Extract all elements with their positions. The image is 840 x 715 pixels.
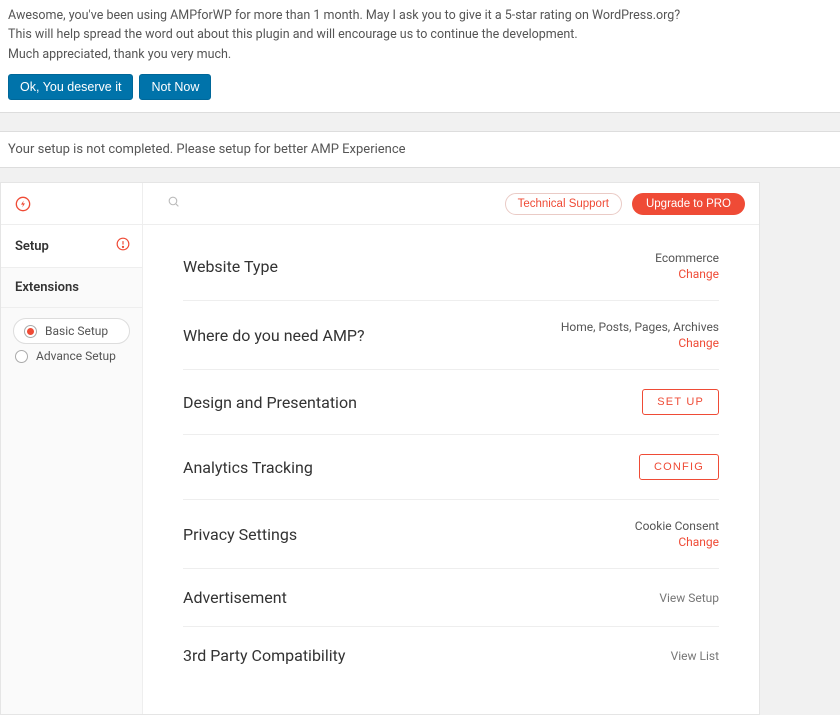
- row-title: 3rd Party Compatibility: [183, 646, 671, 665]
- row-where-amp: Where do you need AMP? Home, Posts, Page…: [183, 301, 719, 370]
- change-link[interactable]: Change: [635, 535, 719, 549]
- banner-text: Much appreciated, thank you very much.: [8, 45, 832, 64]
- topbar: Technical Support Upgrade to PRO: [143, 183, 759, 225]
- row-title: Advertisement: [183, 588, 659, 607]
- sidebar-logo-row: [1, 183, 142, 225]
- row-website-type: Website Type Ecommerce Change: [183, 241, 719, 301]
- ok-deserve-button[interactable]: Ok, You deserve it: [8, 74, 133, 100]
- row-title: Analytics Tracking: [183, 458, 639, 477]
- row-title: Where do you need AMP?: [183, 326, 561, 345]
- sidebar-item-extensions[interactable]: Extensions: [1, 268, 142, 308]
- setup-button[interactable]: SET UP: [642, 389, 719, 415]
- row-advertisement: Advertisement View Setup: [183, 569, 719, 627]
- warning-icon: [116, 237, 130, 255]
- banner-text: Awesome, you've been using AMPforWP for …: [8, 6, 832, 25]
- sidebar: Setup Extensions Basic Setup Advance Set…: [1, 183, 143, 714]
- change-link[interactable]: Change: [655, 267, 719, 281]
- row-value: Ecommerce: [655, 251, 719, 265]
- technical-support-button[interactable]: Technical Support: [505, 193, 622, 215]
- config-button[interactable]: CONFIG: [639, 454, 719, 480]
- row-value: Home, Posts, Pages, Archives: [561, 320, 719, 334]
- banner-text: Your setup is not completed. Please setu…: [8, 142, 406, 157]
- setup-incomplete-banner: Your setup is not completed. Please setu…: [0, 131, 840, 168]
- main-area: Technical Support Upgrade to PRO Website…: [143, 183, 759, 714]
- radio-basic-setup[interactable]: Basic Setup: [13, 318, 130, 344]
- view-list-link[interactable]: View List: [671, 649, 719, 663]
- view-setup-link[interactable]: View Setup: [659, 591, 719, 605]
- sidebar-item-setup[interactable]: Setup: [1, 225, 142, 268]
- radio-icon: [24, 325, 37, 338]
- row-title: Website Type: [183, 257, 655, 276]
- radio-label: Advance Setup: [36, 349, 116, 363]
- upgrade-pro-button[interactable]: Upgrade to PRO: [632, 193, 745, 215]
- row-analytics: Analytics Tracking CONFIG: [183, 435, 719, 500]
- banner-text: This will help spread the word out about…: [8, 25, 832, 44]
- settings-list: Website Type Ecommerce Change Where do y…: [143, 225, 759, 714]
- radio-advance-setup[interactable]: Advance Setup: [13, 344, 130, 368]
- radio-icon: [15, 350, 28, 363]
- rating-banner: Awesome, you've been using AMPforWP for …: [0, 0, 840, 113]
- not-now-button[interactable]: Not Now: [139, 74, 211, 100]
- sidebar-item-label: Setup: [15, 239, 49, 254]
- bolt-icon: [15, 196, 31, 212]
- radio-label: Basic Setup: [45, 324, 108, 338]
- row-title: Design and Presentation: [183, 393, 642, 412]
- row-design: Design and Presentation SET UP: [183, 370, 719, 435]
- row-title: Privacy Settings: [183, 525, 635, 544]
- change-link[interactable]: Change: [561, 336, 719, 350]
- settings-panel: Setup Extensions Basic Setup Advance Set…: [0, 182, 760, 715]
- sidebar-item-label: Extensions: [15, 280, 79, 295]
- row-thirdparty: 3rd Party Compatibility View List: [183, 627, 719, 684]
- search-icon[interactable]: [167, 195, 180, 212]
- row-value: Cookie Consent: [635, 519, 719, 533]
- row-privacy: Privacy Settings Cookie Consent Change: [183, 500, 719, 569]
